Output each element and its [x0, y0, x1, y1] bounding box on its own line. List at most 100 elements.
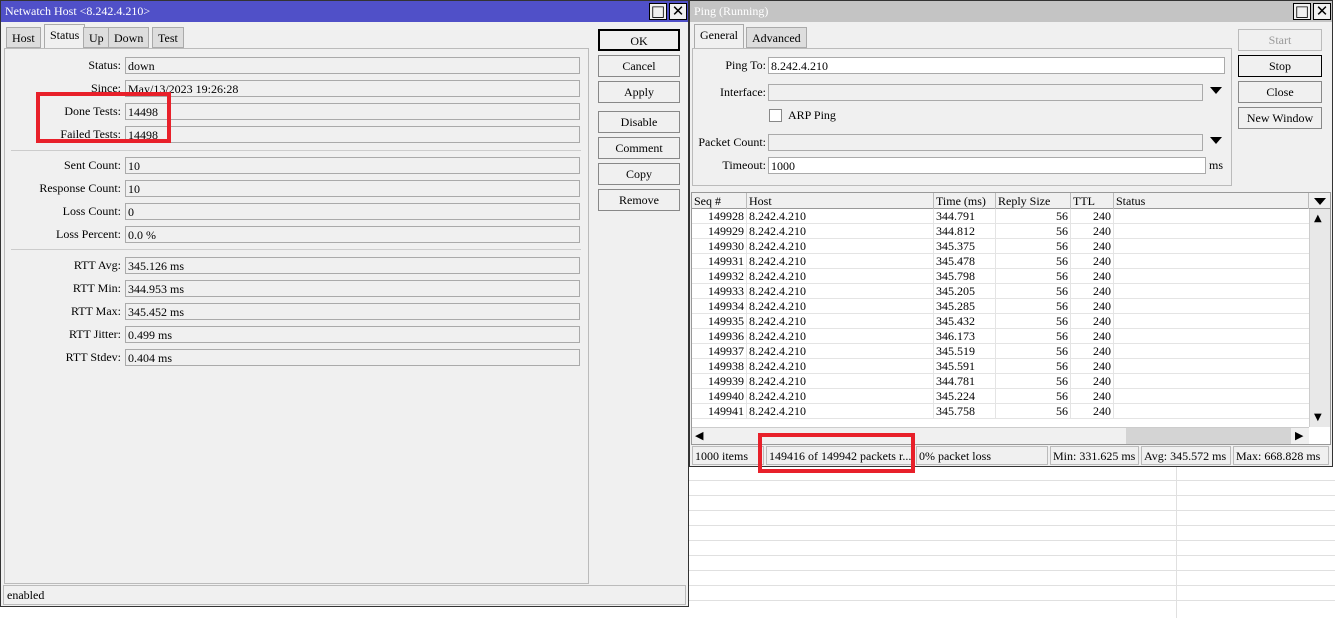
netwatch-titlebar[interactable]: Netwatch Host <8.242.4.210> □ ✕	[1, 1, 688, 22]
table-cell: 149936	[692, 329, 747, 344]
scroll-down-icon[interactable]: ▼	[1314, 412, 1322, 423]
table-row[interactable]: 149931 8.242.4.210 345.478 56 240	[692, 254, 1309, 269]
tab-general[interactable]: General	[694, 24, 744, 48]
table-row[interactable]: 149935 8.242.4.210 345.432 56 240	[692, 314, 1309, 329]
table-cell: 149931	[692, 254, 747, 269]
done-tests-field: 14498	[125, 103, 580, 120]
scroll-right-icon[interactable]: ▶	[1295, 429, 1303, 442]
table-row[interactable]: 149934 8.242.4.210 345.285 56 240	[692, 299, 1309, 314]
table-cell: 344.781	[934, 374, 996, 389]
scroll-left-icon[interactable]: ◀	[695, 429, 703, 442]
scroll-up-icon[interactable]: ▲	[1314, 213, 1322, 224]
column-header[interactable]: Reply Size	[996, 193, 1071, 209]
table-cell: 149929	[692, 224, 747, 239]
table-cell: 240	[1071, 284, 1114, 299]
table-cell: 56	[996, 284, 1071, 299]
status-segment: Min: 331.625 ms	[1050, 446, 1139, 465]
timeout-label: Timeout:	[722, 158, 766, 172]
table-row[interactable]: 149928 8.242.4.210 344.791 56 240	[692, 209, 1309, 224]
tab-up[interactable]: Up	[83, 27, 110, 48]
table-row[interactable]: 149939 8.242.4.210 344.781 56 240	[692, 374, 1309, 389]
table-row[interactable]: 149938 8.242.4.210 345.591 56 240	[692, 359, 1309, 374]
table-cell: 149941	[692, 404, 747, 419]
column-header[interactable]: Time (ms)	[934, 193, 996, 209]
packet-count-dropdown-icon[interactable]	[1210, 137, 1222, 144]
table-cell	[1114, 254, 1309, 269]
arp-ping-checkbox[interactable]	[769, 109, 782, 122]
column-header[interactable]: Seq #	[692, 193, 747, 209]
table-cell: 240	[1071, 299, 1114, 314]
table-cell: 240	[1071, 224, 1114, 239]
ping-titlebar[interactable]: Ping (Running) □ ✕	[690, 1, 1332, 22]
timeout-input[interactable]: 1000	[768, 157, 1206, 174]
rtt-max-label: RTT Max:	[70, 304, 121, 318]
table-row[interactable]: 149937 8.242.4.210 345.519 56 240	[692, 344, 1309, 359]
table-row[interactable]: 149932 8.242.4.210 345.798 56 240	[692, 269, 1309, 284]
copy-button[interactable]: Copy	[598, 163, 680, 185]
tab-status[interactable]: Status	[44, 24, 86, 48]
table-row[interactable]: 149940 8.242.4.210 345.224 56 240	[692, 389, 1309, 404]
table-cell: 240	[1071, 209, 1114, 224]
rtt-stdev-label: RTT Stdev:	[65, 350, 121, 364]
disable-button[interactable]: Disable	[598, 111, 680, 133]
column-header[interactable]: TTL	[1071, 193, 1114, 209]
response-count-field: 10	[125, 180, 580, 197]
rtt-jitter-field: 0.499 ms	[125, 326, 580, 343]
table-cell: 8.242.4.210	[747, 269, 934, 284]
comment-button[interactable]: Comment	[598, 137, 680, 159]
table-cell: 345.758	[934, 404, 996, 419]
table-row[interactable]: 149941 8.242.4.210 345.758 56 240	[692, 404, 1309, 419]
rtt-min-label: RTT Min:	[72, 281, 121, 295]
table-cell: 56	[996, 224, 1071, 239]
table-cell: 345.205	[934, 284, 996, 299]
close-icon[interactable]: ✕	[669, 3, 687, 20]
highlight-box	[36, 92, 171, 143]
maximize-icon[interactable]: □	[1293, 3, 1311, 20]
table-row[interactable]: 149929 8.242.4.210 344.812 56 240	[692, 224, 1309, 239]
table-cell: 240	[1071, 374, 1114, 389]
tab-host[interactable]: Host	[6, 27, 41, 48]
table-cell: 149932	[692, 269, 747, 284]
tab-test[interactable]: Test	[152, 27, 184, 48]
interface-select[interactable]	[768, 84, 1203, 101]
table-cell: 149928	[692, 209, 747, 224]
table-cell: 56	[996, 329, 1071, 344]
table-row[interactable]: 149930 8.242.4.210 345.375 56 240	[692, 239, 1309, 254]
apply-button[interactable]: Apply	[598, 81, 680, 103]
column-header[interactable]: Status	[1114, 193, 1309, 209]
ok-button[interactable]: OK	[598, 29, 680, 51]
sent-count-label: Sent Count:	[63, 158, 121, 172]
ping-to-input[interactable]: 8.242.4.210	[768, 57, 1225, 74]
table-header: Seq # Host Time (ms) Reply Size TTL Status	[692, 193, 1330, 209]
failed-tests-field: 14498	[125, 126, 580, 143]
status-field: down	[125, 57, 580, 74]
remove-button[interactable]: Remove	[598, 189, 680, 211]
grid-line	[689, 525, 1335, 526]
column-header[interactable]: Host	[747, 193, 934, 209]
tab-down[interactable]: Down	[108, 27, 150, 48]
cancel-button[interactable]: Cancel	[598, 55, 680, 77]
columns-dropdown-icon[interactable]	[1314, 198, 1326, 205]
table-cell	[1114, 314, 1309, 329]
scroll-thumb[interactable]	[1126, 428, 1291, 444]
new-window-button[interactable]: New Window	[1238, 107, 1322, 129]
vertical-scrollbar[interactable]: ▲ ▼	[1309, 209, 1330, 427]
interface-dropdown-icon[interactable]	[1210, 87, 1222, 94]
table-cell: 345.519	[934, 344, 996, 359]
tab-advanced[interactable]: Advanced	[746, 27, 807, 48]
start-button[interactable]: Start	[1238, 29, 1322, 51]
table-cell: 8.242.4.210	[747, 239, 934, 254]
ping-window: Ping (Running) □ ✕ General Advanced Ping …	[689, 0, 1333, 467]
table-cell	[1114, 344, 1309, 359]
maximize-icon[interactable]: □	[649, 3, 667, 20]
loss-count-label: Loss Count:	[62, 204, 121, 218]
stop-button[interactable]: Stop	[1238, 55, 1322, 77]
close-button[interactable]: Close	[1238, 81, 1322, 103]
table-row[interactable]: 149933 8.242.4.210 345.205 56 240	[692, 284, 1309, 299]
packet-count-select[interactable]	[768, 134, 1203, 151]
sent-count-field: 10	[125, 157, 580, 174]
table-cell: 149933	[692, 284, 747, 299]
ping-results-table: Seq # Host Time (ms) Reply Size TTL Status ▲ …	[691, 192, 1331, 445]
close-icon[interactable]: ✕	[1313, 3, 1331, 20]
table-row[interactable]: 149936 8.242.4.210 346.173 56 240	[692, 329, 1309, 344]
